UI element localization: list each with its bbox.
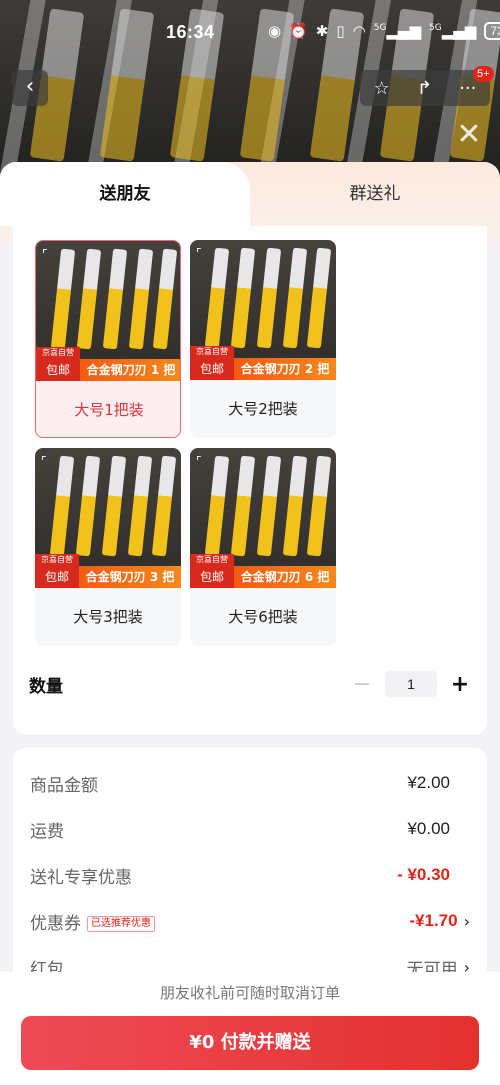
gift-discount-label: 送礼专享优惠 xyxy=(30,867,132,888)
goods-amount-value: ¥2.00 xyxy=(407,773,450,792)
sku-banner: 京喜自营 包邮 合金钢刀刃 2 把 xyxy=(190,346,336,380)
status-icons: ◉ ⏰ ✱ ▯ ◠ 5G▂▄▆ 5G▂▄▆ 73 xyxy=(268,22,500,40)
eye-icon: ◉ xyxy=(268,22,282,40)
quantity-plus-button[interactable]: + xyxy=(449,672,471,697)
shipping-row: 运费 ¥0.00 xyxy=(30,814,470,844)
shipping-label: 运费 xyxy=(30,821,64,842)
nav-actions: ☆ ↱ ··· xyxy=(360,70,490,106)
quantity-minus-button[interactable]: − xyxy=(351,672,373,697)
goods-amount-label: 商品金额 xyxy=(30,775,98,796)
more-icon[interactable]: ··· xyxy=(459,78,476,99)
sku-label: 大号6把装 xyxy=(228,608,298,626)
goods-amount-row: 商品金额 ¥2.00 xyxy=(30,768,470,798)
price-summary-card: 商品金额 ¥2.00 运费 ¥0.00 送礼专享优惠 - ¥0.30 优惠券 已选… xyxy=(13,748,487,1008)
quantity-row: 数量 − 1 + xyxy=(29,664,471,704)
battery-icon: 73 xyxy=(484,22,500,40)
coupon-row[interactable]: 优惠券 已选推荐优惠 -¥1.70 › xyxy=(30,906,470,936)
sku-card: ⌜ 京喜自营 包邮 合金钢刀刃 1 把 大号1把装 ⌜ 京喜自营 包邮 合金钢刀刃 … xyxy=(13,226,487,734)
share-icon[interactable]: ↱ xyxy=(417,78,432,99)
sku-banner: 京喜自营 包邮 合金钢刀刃 6 把 xyxy=(190,554,336,588)
sku-option-2[interactable]: ⌜ 京喜自营 包邮 合金钢刀刃 2 把 大号2把装 xyxy=(190,240,336,438)
status-time: 16:34 xyxy=(166,22,215,42)
status-bar: 16:34 ◉ ⏰ ✱ ▯ ◠ 5G▂▄▆ 5G▂▄▆ 73 xyxy=(0,0,500,66)
bottom-bar: 朋友收礼前可随时取消订单 ¥0 付款并赠送 xyxy=(0,972,500,1085)
message-badge: 5+ xyxy=(473,66,494,82)
quantity-stepper: − 1 + xyxy=(351,671,471,697)
coupon-recommend-tag: 已选推荐优惠 xyxy=(87,915,155,932)
sku-option-4[interactable]: ⌜ 京喜自营 包邮 合金钢刀刃 6 把 大号6把装 xyxy=(190,448,336,646)
signal-5g-icon: 5G▂▄▆ xyxy=(373,22,422,40)
vibrate-icon: ▯ xyxy=(336,22,345,40)
sku-option-3[interactable]: ⌜ 京喜自营 包邮 合金钢刀刃 3 把 大号3把装 xyxy=(35,448,181,646)
favorite-star-icon[interactable]: ☆ xyxy=(374,78,390,99)
gift-discount-value: - ¥0.30 xyxy=(397,865,450,884)
alarm-icon: ⏰ xyxy=(289,22,308,40)
sku-option-1[interactable]: ⌜ 京喜自营 包邮 合金钢刀刃 1 把 大号1把装 xyxy=(35,240,181,438)
quantity-title: 数量 xyxy=(29,676,63,697)
back-button[interactable]: ‹ xyxy=(12,70,48,106)
coupon-label: 优惠券 xyxy=(30,913,81,934)
wifi-icon: ◠ xyxy=(352,22,366,40)
sku-banner: 京喜自营 包邮 合金钢刀刃 3 把 xyxy=(35,554,181,588)
close-icon[interactable]: ✕ xyxy=(454,120,484,150)
coupon-value: -¥1.70 xyxy=(409,911,458,930)
expand-icon: ⌜ xyxy=(196,246,202,260)
gift-sheet: 送朋友 群送礼 ⌜ 京喜自营 包邮 合金钢刀刃 1 把 大号1把装 ⌜ 京喜自营… xyxy=(0,162,500,1085)
shipping-value: ¥0.00 xyxy=(407,819,450,838)
expand-icon: ⌜ xyxy=(42,247,48,261)
sku-label: 大号2把装 xyxy=(228,400,298,418)
bluetooth-icon: ✱ xyxy=(315,22,329,40)
expand-icon: ⌜ xyxy=(41,454,47,468)
sku-label: 大号3把装 xyxy=(73,608,143,626)
sku-label: 大号1把装 xyxy=(74,401,144,419)
chevron-right-icon: › xyxy=(463,911,470,931)
signal-5g-icon: 5G▂▄▆ xyxy=(429,22,477,40)
expand-icon: ⌜ xyxy=(196,454,202,468)
tab-group-gift[interactable]: 群送礼 xyxy=(250,162,500,226)
sku-banner: 京喜自营 包邮 合金钢刀刃 1 把 xyxy=(36,347,180,381)
quantity-input[interactable]: 1 xyxy=(385,671,437,697)
gift-discount-row: 送礼专享优惠 - ¥0.30 xyxy=(30,860,470,890)
tab-send-friend[interactable]: 送朋友 xyxy=(0,162,250,226)
pay-and-gift-button[interactable]: ¥0 付款并赠送 xyxy=(21,1016,479,1070)
cancel-note: 朋友收礼前可随时取消订单 xyxy=(159,984,340,1002)
